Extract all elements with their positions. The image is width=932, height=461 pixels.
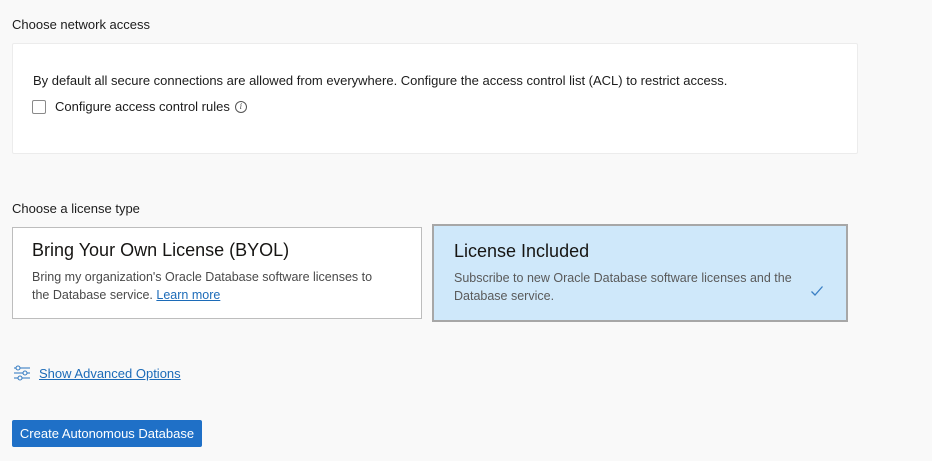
license-type-heading: Choose a license type xyxy=(12,201,140,216)
acl-checkbox-label[interactable]: Configure access control rules xyxy=(55,99,230,114)
license-option-title: License Included xyxy=(454,241,590,261)
license-option-description: Bring my organization's Oracle Database … xyxy=(32,268,392,304)
create-autonomous-database-button[interactable]: Create Autonomous Database xyxy=(12,420,202,447)
acl-option-row[interactable]: Configure access control rules i xyxy=(32,99,247,114)
license-option-byol[interactable]: Bring Your Own License (BYOL) Bring my o… xyxy=(12,227,422,319)
sliders-icon xyxy=(14,365,30,381)
license-option-description: Subscribe to new Oracle Database softwar… xyxy=(454,271,792,303)
create-adb-form: Choose network access By default all sec… xyxy=(0,0,932,461)
license-option-included[interactable]: License Included Subscribe to new Oracle… xyxy=(432,224,848,322)
network-access-description: By default all secure connections are al… xyxy=(33,73,728,88)
network-access-panel: By default all secure connections are al… xyxy=(12,43,858,154)
info-icon[interactable]: i xyxy=(234,100,247,113)
network-access-heading: Choose network access xyxy=(12,17,151,32)
learn-more-link[interactable]: Learn more xyxy=(156,288,220,302)
checkmark-icon xyxy=(811,286,823,296)
advanced-options-toggle[interactable]: Show Advanced Options xyxy=(13,365,181,381)
show-advanced-options-link[interactable]: Show Advanced Options xyxy=(39,366,181,381)
license-option-title: Bring Your Own License (BYOL) xyxy=(32,240,290,260)
acl-checkbox[interactable] xyxy=(32,99,46,114)
